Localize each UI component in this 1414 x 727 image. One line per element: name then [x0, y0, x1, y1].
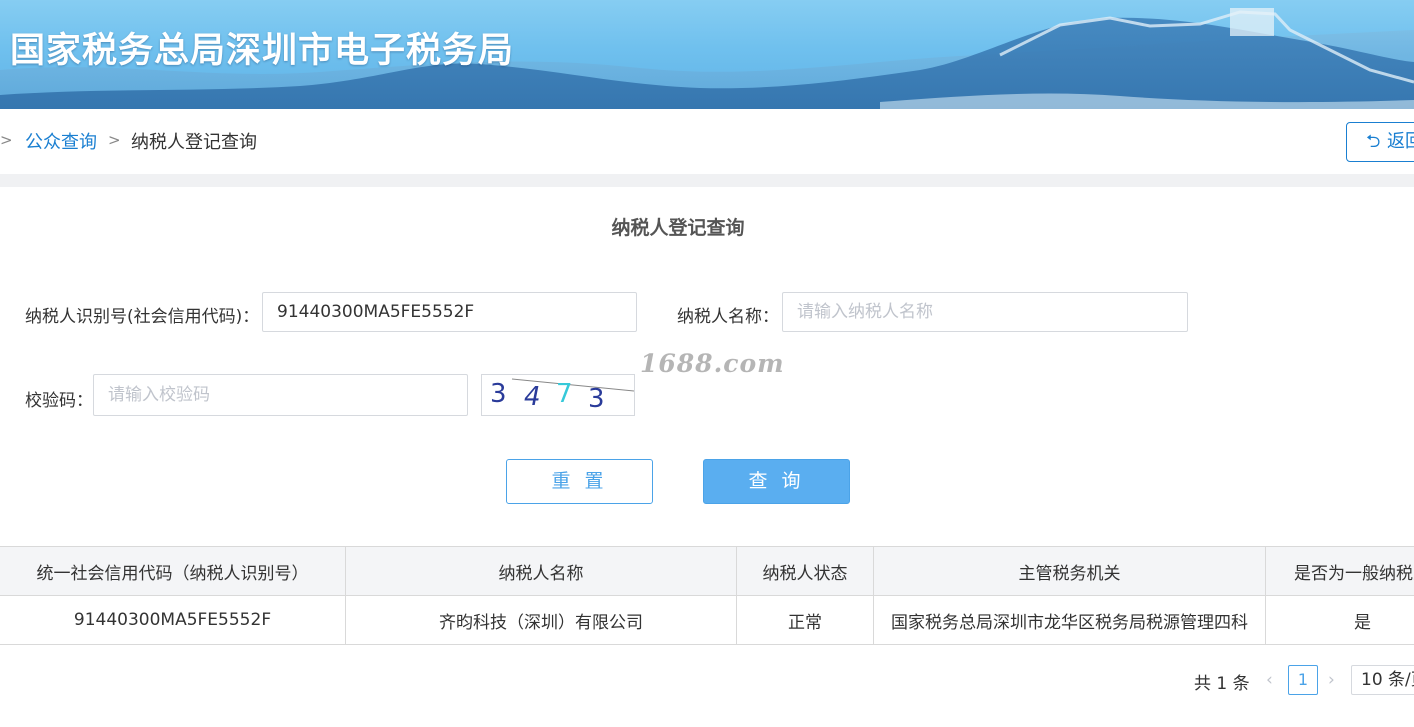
cell-general-taxpayer: 是 [1354, 612, 1371, 633]
cell-tax-authority: 国家税务总局深圳市龙华区税务局税源管理四科 [874, 596, 1266, 644]
pagination-total: 共 1 条 [1194, 674, 1250, 694]
reset-button[interactable]: 重 置 [506, 459, 653, 504]
captcha-char: 7 [556, 379, 573, 409]
captcha-label: 校验码： [25, 391, 93, 411]
watermark-text: 1688.com [640, 349, 785, 378]
breadcrumb-public-query-link[interactable]: 公众查询 [25, 128, 97, 154]
taxpayer-id-label: 纳税人识别号(社会信用代码)： [25, 307, 260, 327]
cell-credit-code: 91440300MA5FE5552F [0, 596, 346, 644]
header-banner: 国家税务总局深圳市电子税务局 [0, 0, 1414, 109]
breadcrumb-separator: > [0, 131, 13, 149]
back-button[interactable]: ⮌ 返回 [1346, 122, 1414, 162]
column-header-tax-authority: 主管税务机关 [874, 547, 1266, 595]
captcha-char: 4 [524, 382, 541, 412]
breadcrumb-separator: > [108, 131, 121, 149]
table-row[interactable]: 91440300MA5FE5552F 齐昀科技（深圳）有限公司 正常 国家税务总… [0, 596, 1414, 645]
breadcrumb-current-page: 纳税人登记查询 [131, 132, 257, 153]
column-header-general-taxpayer: 是否为一般纳税人 [1294, 563, 1414, 584]
column-header-taxpayer-status: 纳税人状态 [737, 547, 874, 595]
captcha-image[interactable]: 3 4 7 3 [481, 374, 635, 416]
prev-page-icon[interactable]: ‹ [1266, 670, 1273, 690]
captcha-char: 3 [490, 379, 507, 409]
captcha-graphic: 3 4 7 3 [490, 378, 635, 414]
next-page-icon[interactable]: › [1328, 670, 1335, 690]
site-title: 国家税务总局深圳市电子税务局 [10, 31, 515, 71]
captcha-input[interactable]: 请输入校验码 [93, 374, 468, 416]
return-arrow-icon: ⮌ [1366, 131, 1381, 152]
query-button[interactable]: 查 询 [703, 459, 850, 504]
page-number-button[interactable]: 1 [1288, 665, 1318, 695]
cell-taxpayer-name: 齐昀科技（深圳）有限公司 [346, 596, 737, 644]
form-title: 纳税人登记查询 [611, 217, 745, 239]
cell-taxpayer-status: 正常 [737, 596, 874, 644]
column-header-credit-code: 统一社会信用代码（纳税人识别号） [0, 547, 346, 595]
captcha-char: 3 [588, 384, 605, 414]
taxpayer-name-input[interactable]: 请输入纳税人名称 [782, 292, 1188, 332]
page-size-select[interactable]: 10 条/页 [1351, 665, 1414, 695]
taxpayer-name-label: 纳税人名称： [677, 307, 779, 327]
taxpayer-id-input[interactable]: 91440300MA5FE5552F [262, 292, 637, 332]
back-button-label: 返回 [1387, 131, 1414, 152]
section-divider [0, 174, 1414, 187]
column-header-taxpayer-name: 纳税人名称 [346, 547, 737, 595]
breadcrumb: > 公众查询 > 纳税人登记查询 ⮌ 返回 [0, 109, 1414, 174]
table-header-row: 统一社会信用代码（纳税人识别号） 纳税人名称 纳税人状态 主管税务机关 是否为一… [0, 546, 1414, 596]
